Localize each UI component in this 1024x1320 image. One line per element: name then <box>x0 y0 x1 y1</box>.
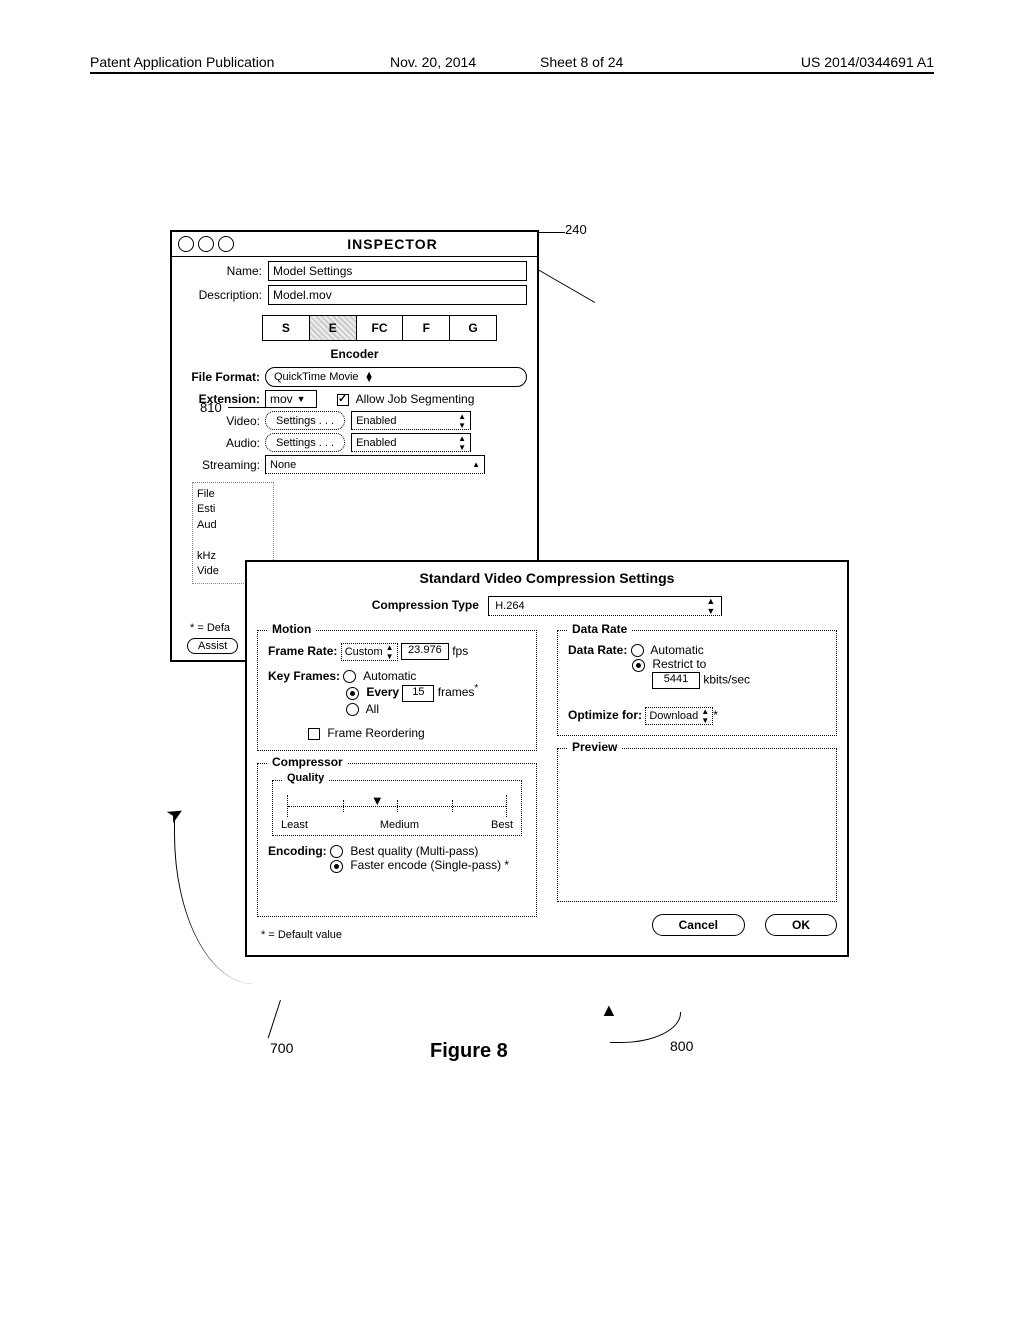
tab-g[interactable]: G <box>450 316 496 340</box>
preview-group: Preview <box>557 748 837 902</box>
callout-700: 700 <box>270 1040 293 1056</box>
titlebar: INSPECTOR <box>172 232 537 257</box>
file-format-label: File Format: <box>182 370 260 384</box>
zoom-icon[interactable] <box>218 236 234 252</box>
data-rate-group: Data Rate Data Rate: Automatic Restrict … <box>557 630 837 736</box>
ok-button[interactable]: OK <box>765 914 837 936</box>
chevron-updown-icon: ▲▼ <box>701 707 709 725</box>
encoding-best-radio[interactable] <box>330 845 343 858</box>
tab-bar[interactable]: S E FC F G <box>262 315 497 341</box>
compression-type-select[interactable]: H.264 ▲▼ <box>488 596 722 616</box>
chevron-updown-icon: ▲▼ <box>365 372 374 382</box>
video-label: Video: <box>182 414 260 428</box>
sheet-number: Sheet 8 of 24 <box>540 54 623 70</box>
datarate-input[interactable]: 5441 <box>652 672 700 689</box>
publication-number: US 2014/0344691 A1 <box>801 54 934 70</box>
allow-segmenting-checkbox[interactable]: Allow Job Segmenting <box>337 392 474 406</box>
publication-date: Nov. 20, 2014 <box>390 54 476 70</box>
callout-800: 800 <box>670 1038 693 1054</box>
tab-e[interactable]: E <box>310 316 357 340</box>
key-frames-label: Key Frames: <box>268 669 340 683</box>
description-field[interactable]: Model.mov <box>268 285 527 305</box>
chevron-updown-icon: ▲▼ <box>458 434 466 452</box>
quality-slider[interactable]: ▼ <box>287 795 507 817</box>
window-title: INSPECTOR <box>254 236 531 252</box>
frame-rate-input[interactable]: 23.976 <box>401 643 449 660</box>
tab-fc[interactable]: FC <box>357 316 404 340</box>
encoding-faster-radio[interactable] <box>330 860 343 873</box>
tab-f[interactable]: F <box>403 316 450 340</box>
motion-group: Motion Frame Rate: Custom ▲▼ 23.976 fps … <box>257 630 537 751</box>
chevron-updown-icon: ▲▼ <box>386 643 394 661</box>
chevron-down-icon: ▼ <box>297 394 306 404</box>
audio-settings-button[interactable]: Settings . . . <box>265 433 345 452</box>
minimize-icon[interactable] <box>198 236 214 252</box>
description-label: Description: <box>182 288 262 302</box>
file-format-select[interactable]: QuickTime Movie ▲▼ <box>265 367 527 387</box>
streaming-label: Streaming: <box>182 458 260 472</box>
compression-type-label: Compression Type <box>372 598 479 612</box>
callout-810: 810 <box>200 400 222 415</box>
tab-s[interactable]: S <box>263 316 310 340</box>
frame-rate-label: Frame Rate: <box>268 644 337 658</box>
compressor-group: Compressor Quality ▼ Least Medium <box>257 763 537 917</box>
name-field[interactable]: Model Settings <box>268 261 527 281</box>
optimize-label: Optimize for: <box>568 708 642 722</box>
slider-knob-icon: ▼ <box>371 793 384 808</box>
leader-line <box>536 268 595 303</box>
audio-enabled-select[interactable]: Enabled ▲▼ <box>351 433 471 452</box>
frame-reordering-checkbox[interactable] <box>308 728 320 740</box>
assist-button[interactable]: Assist <box>187 638 238 654</box>
dialog-title: Standard Video Compression Settings <box>257 570 837 586</box>
keyframes-every-input[interactable]: 15 <box>402 685 434 702</box>
chevron-up-icon: ▲ <box>472 460 480 469</box>
extension-select[interactable]: mov ▼ <box>265 390 317 408</box>
figure-label: Figure 8 <box>430 1040 508 1063</box>
video-enabled-select[interactable]: Enabled ▲▼ <box>351 411 471 430</box>
keyframes-every-radio[interactable] <box>346 687 359 700</box>
keyframes-auto-radio[interactable] <box>343 670 356 683</box>
window-controls[interactable] <box>178 236 234 252</box>
publication-type: Patent Application Publication <box>90 54 274 70</box>
datarate-auto-radio[interactable] <box>631 644 644 657</box>
compression-settings-dialog: Standard Video Compression Settings Comp… <box>245 560 849 957</box>
default-footnote: * = Default value <box>261 929 537 941</box>
name-label: Name: <box>182 264 262 278</box>
callout-240: 240 <box>565 222 587 237</box>
video-settings-button[interactable]: Settings . . . <box>265 411 345 430</box>
data-rate-label: Data Rate: <box>568 643 627 657</box>
chevron-updown-icon: ▲▼ <box>706 596 715 616</box>
optimize-select[interactable]: Download ▲▼ <box>645 707 713 725</box>
encoding-label: Encoding: <box>268 844 327 858</box>
checkbox-icon <box>337 394 349 406</box>
encoder-heading: Encoder <box>172 347 537 361</box>
keyframes-all-radio[interactable] <box>346 703 359 716</box>
audio-label: Audio: <box>182 436 260 450</box>
frame-rate-mode-select[interactable]: Custom ▲▼ <box>341 643 398 661</box>
streaming-select[interactable]: None ▲ <box>265 455 485 474</box>
datarate-restrict-radio[interactable] <box>632 659 645 672</box>
close-icon[interactable] <box>178 236 194 252</box>
page-header: Patent Application Publication Nov. 20, … <box>90 54 934 74</box>
chevron-updown-icon: ▲▼ <box>458 412 466 430</box>
cancel-button[interactable]: Cancel <box>652 914 745 936</box>
